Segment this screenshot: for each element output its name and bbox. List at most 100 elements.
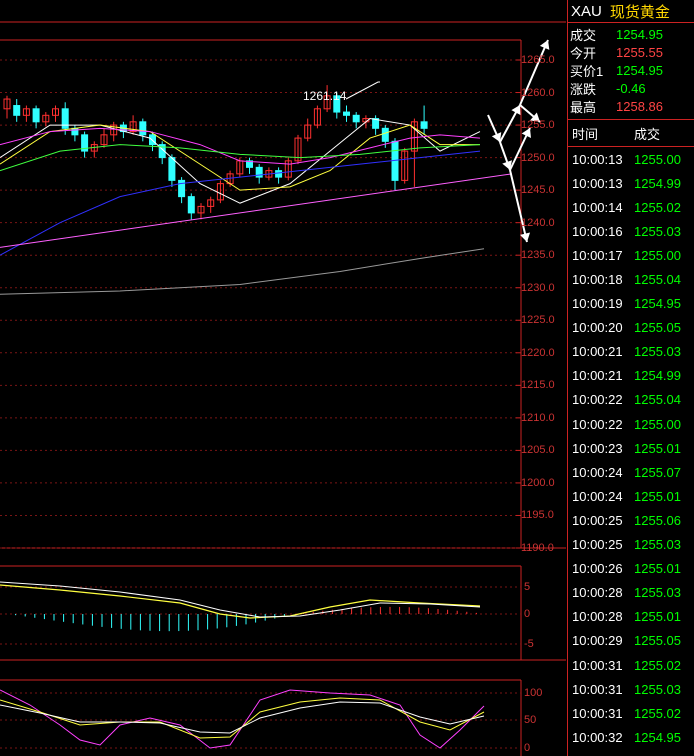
- candle-body: [420, 121, 428, 129]
- price-tick-label: 1195.0: [521, 509, 554, 522]
- macd-tick-label: 5: [524, 581, 531, 593]
- trade-time: 10:00:20: [572, 320, 623, 336]
- candle-body: [352, 114, 360, 123]
- trade-price: 1255.06: [634, 512, 681, 528]
- trade-time: 10:00:25: [572, 512, 623, 528]
- trade-time: 10:00:31: [572, 681, 623, 697]
- trade-row[interactable]: 10:00:28 1255.03: [568, 581, 694, 605]
- trade-row[interactable]: 10:00:23 1255.01: [568, 436, 694, 460]
- trade-price: 1255.00: [634, 416, 681, 432]
- trades-header: 时间 成交: [568, 120, 694, 147]
- trade-row[interactable]: 10:00:22 1255.00: [568, 412, 694, 436]
- price-tick-label: 1230.0: [521, 281, 555, 294]
- candle-body: [343, 111, 350, 116]
- price-tick-label: 1250.0: [521, 151, 555, 164]
- trade-row[interactable]: 10:00:14 1255.02: [568, 195, 694, 219]
- quote-label: 涨跌: [570, 81, 597, 97]
- quote-value: 1254.95: [616, 62, 663, 78]
- trade-time: 10:00:14: [572, 199, 623, 215]
- trade-row[interactable]: 10:00:20 1255.05: [568, 316, 694, 340]
- trade-price: 1255.04: [634, 392, 681, 408]
- trade-row[interactable]: 10:00:25 1255.03: [568, 533, 694, 557]
- trade-row[interactable]: 10:00:21 1254.99: [568, 364, 694, 388]
- arrow-down-far-head: [520, 232, 531, 242]
- trade-price: 1255.02: [634, 199, 681, 215]
- trade-price: 1254.99: [634, 368, 681, 384]
- quote-value: 1258.86: [616, 98, 663, 114]
- kline-chart-canvas[interactable]: [0, 0, 566, 756]
- quote-row: 涨跌 -0.46: [568, 79, 694, 97]
- trade-row[interactable]: 10:00:32 1254.95: [568, 725, 694, 749]
- trade-row[interactable]: 10:00:24 1255.07: [568, 460, 694, 484]
- trade-price: 1255.01: [634, 488, 681, 504]
- trade-row[interactable]: 10:00:19 1254.95: [568, 292, 694, 316]
- trade-time: 10:00:29: [572, 633, 623, 649]
- candle-body: [275, 170, 283, 178]
- trade-price: 1255.03: [634, 585, 681, 601]
- price-tick-label: 1235.0: [521, 249, 555, 262]
- price-tick-label: 1240.0: [521, 216, 555, 229]
- trend-line: [0, 173, 513, 248]
- trade-time: 10:00:13: [572, 151, 623, 167]
- candle-body: [71, 127, 79, 136]
- trade-row[interactable]: 10:00:16 1255.03: [568, 219, 694, 243]
- trade-row[interactable]: 10:00:13 1255.00: [568, 147, 694, 171]
- kdj-j-line: [0, 689, 485, 749]
- trade-price: 1254.95: [634, 296, 681, 312]
- price-tick-label: 1210.0: [521, 411, 555, 424]
- trade-row[interactable]: 10:00:31 1255.03: [568, 677, 694, 701]
- trade-row[interactable]: 10:00:31 1255.02: [568, 701, 694, 725]
- quote-row: 今开 1255.55: [568, 43, 694, 61]
- trade-row[interactable]: 10:00:17 1255.00: [568, 243, 694, 267]
- trade-row[interactable]: 10:00:25 1255.06: [568, 508, 694, 532]
- trade-time: 10:00:24: [572, 464, 623, 480]
- trade-time: 10:00:24: [572, 488, 623, 504]
- trade-price: 1255.01: [634, 561, 681, 577]
- trade-row[interactable]: 10:00:21 1255.03: [568, 340, 694, 364]
- trade-price: 1255.07: [634, 464, 681, 480]
- trade-price: 1255.04: [634, 272, 681, 288]
- price-tick-label: 1190.0: [521, 542, 554, 554]
- trade-price: 1255.03: [634, 223, 681, 239]
- quote-label: 今开: [570, 45, 597, 61]
- quote-value: -0.46: [616, 80, 646, 96]
- trade-row[interactable]: 10:00:29 1255.05: [568, 629, 694, 653]
- peak-price-label: 1261.14: [303, 89, 347, 103]
- trade-time: 10:00:19: [572, 296, 623, 312]
- trade-price: 1255.02: [634, 657, 681, 673]
- trade-price: 1255.01: [634, 440, 681, 456]
- trade-row[interactable]: 10:00:31 1255.02: [568, 653, 694, 677]
- candle-body: [139, 121, 147, 136]
- trade-price: 1255.01: [634, 609, 681, 625]
- trade-price: 1255.03: [634, 681, 681, 697]
- arrow-down-far-shaft: [509, 169, 528, 243]
- price-tick-label: 1200.0: [521, 476, 555, 489]
- kline-chart-panel[interactable]: 1265.0 1260.0 1255.0 1250.0 1245.0 1240.0 1235…: [0, 0, 566, 756]
- trade-time: 10:00:17: [572, 247, 623, 263]
- trade-time: 10:00:18: [572, 272, 623, 288]
- trade-row[interactable]: 10:00:24 1255.01: [568, 484, 694, 508]
- price-tick-label: 1265.0: [521, 54, 555, 66]
- trades-list[interactable]: 10:00:13 1255.00 10:00:13 1254.99 10:00:14 12…: [568, 147, 694, 749]
- kdj-tick-label: 0: [524, 742, 531, 754]
- trade-row[interactable]: 10:00:13 1254.99: [568, 171, 694, 195]
- kdj-k-line: [0, 697, 485, 739]
- trade-price: 1255.00: [634, 151, 681, 167]
- trade-row[interactable]: 10:00:18 1255.04: [568, 267, 694, 291]
- quote-value: 1254.95: [616, 26, 663, 42]
- quote-row: 成交 1254.95: [568, 25, 694, 43]
- candle-body: [13, 105, 21, 116]
- price-tick-label: 1220.0: [521, 346, 555, 359]
- price-tick-label: 1225.0: [521, 314, 555, 327]
- price-tick-label: 1205.0: [521, 444, 555, 457]
- trade-row[interactable]: 10:00:26 1255.01: [568, 557, 694, 581]
- trade-time: 10:00:31: [572, 657, 623, 673]
- trade-price: 1255.00: [634, 247, 681, 263]
- trade-price: 1254.95: [634, 729, 681, 745]
- trade-row[interactable]: 10:00:22 1255.04: [568, 388, 694, 412]
- symbol-header[interactable]: XAU 现货黄金: [568, 0, 694, 23]
- trade-price: 1254.99: [634, 175, 681, 191]
- trade-row[interactable]: 10:00:28 1255.01: [568, 605, 694, 629]
- quote-value: 1255.55: [616, 44, 663, 60]
- peak-connector: [345, 81, 380, 100]
